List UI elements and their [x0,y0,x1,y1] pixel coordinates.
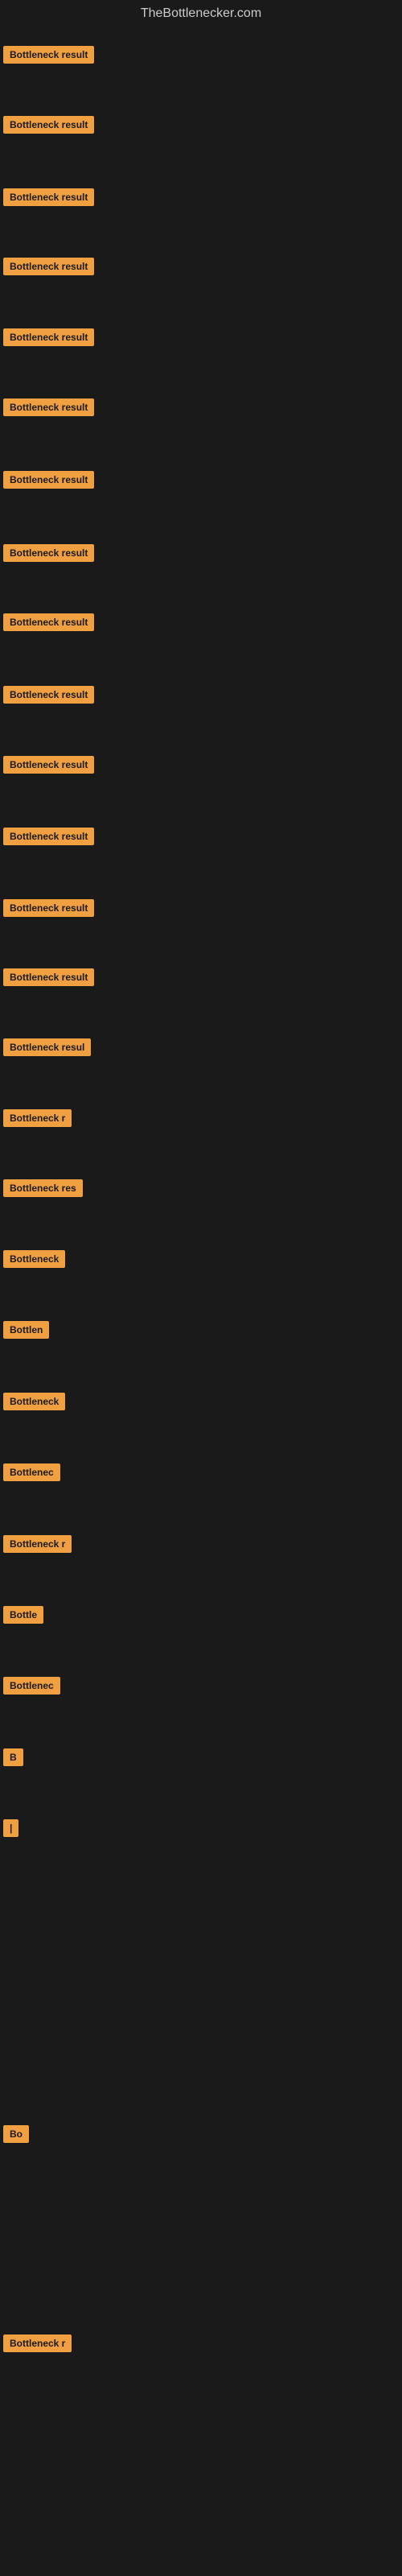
bottleneck-label: Bottle [3,1606,43,1624]
bottleneck-label: Bottleneck r [3,1535,72,1553]
bottleneck-label: Bottlenec [3,1677,60,1695]
bottleneck-label: Bottleneck result [3,756,94,774]
list-item: B [2,1748,23,1770]
bottleneck-label: Bottleneck res [3,1179,83,1197]
bottleneck-label: B [3,1748,23,1766]
bottleneck-label: Bottleneck [3,1393,65,1410]
site-title-container: TheBottlenecker.com [0,0,402,27]
bottleneck-label: Bottleneck r [3,2334,72,2352]
list-item: Bottleneck [2,1393,65,1414]
site-title: TheBottlenecker.com [0,0,402,27]
bottleneck-label: Bottleneck [3,1250,65,1268]
bottleneck-label: Bottleneck r [3,1109,72,1127]
list-item: Bottleneck result [2,756,94,778]
list-item: Bottlenec [2,1463,60,1485]
bottleneck-label: Bottleneck result [3,116,94,134]
list-item: Bottleneck resul [2,1038,91,1060]
bottleneck-label: Bo [3,2125,29,2143]
bottleneck-label: Bottleneck result [3,686,94,704]
list-item: Bottleneck result [2,686,94,708]
list-item: Bottleneck result [2,544,94,566]
list-item: Bottleneck result [2,258,94,279]
list-item: Bottleneck result [2,398,94,420]
bottleneck-label: Bottleneck result [3,328,94,346]
bottleneck-label: Bottleneck result [3,613,94,631]
list-item: Bottleneck result [2,968,94,990]
list-item: Bottleneck r [2,1535,72,1557]
bottleneck-label: Bottleneck result [3,544,94,562]
bottleneck-label: Bottleneck result [3,188,94,206]
list-item: Bottleneck result [2,46,94,68]
list-item: Bottleneck result [2,116,94,138]
list-item: Bottleneck [2,1250,65,1272]
list-item: Bottleneck r [2,2334,72,2356]
list-item: Bottleneck result [2,828,94,849]
list-item: Bo [2,2125,29,2147]
list-item: Bottleneck result [2,471,94,493]
bottleneck-label: Bottleneck result [3,46,94,64]
bottleneck-label: Bottlen [3,1321,49,1339]
list-item: Bottleneck result [2,613,94,635]
bottleneck-label: Bottleneck result [3,398,94,416]
list-item: Bottleneck result [2,188,94,210]
bottleneck-label: Bottleneck result [3,471,94,489]
bottleneck-label: Bottleneck result [3,828,94,845]
bottleneck-label: Bottlenec [3,1463,60,1481]
list-item: Bottleneck result [2,328,94,350]
bottleneck-label: Bottleneck result [3,899,94,917]
list-item: Bottle [2,1606,43,1628]
list-item: Bottleneck r [2,1109,72,1131]
list-item: Bottleneck result [2,899,94,921]
list-item: Bottlen [2,1321,49,1343]
list-item: Bottleneck res [2,1179,83,1201]
bottleneck-label: Bottleneck result [3,968,94,986]
bottleneck-label: | [3,1819,18,1837]
bottleneck-label: Bottleneck resul [3,1038,91,1056]
bottleneck-label: Bottleneck result [3,258,94,275]
items-container [0,27,402,31]
list-item: Bottlenec [2,1677,60,1699]
list-item: | [2,1819,18,1841]
